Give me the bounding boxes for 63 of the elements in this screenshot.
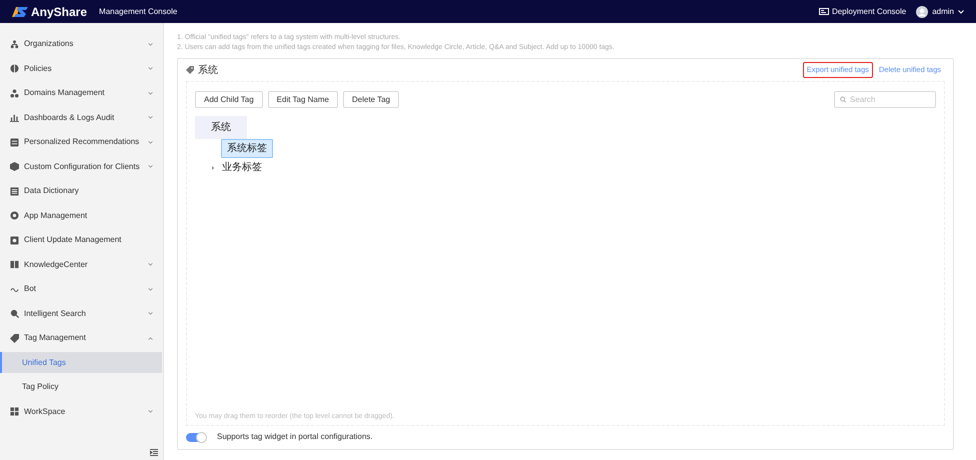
sidebar-item[interactable]: Domains Management: [0, 81, 163, 106]
chevron-down-icon: [148, 42, 153, 46]
chevron-down-icon: [148, 140, 153, 144]
tree-node[interactable]: 系统: [195, 116, 247, 138]
chevron-up-icon: [148, 336, 153, 340]
menu-icon: [10, 407, 19, 416]
chevron-down-icon: [148, 263, 153, 266]
chevron-down-icon: [148, 165, 153, 168]
logo-icon: [12, 6, 28, 16]
chevron-down-icon: [148, 312, 153, 316]
menu-icon: [10, 334, 19, 343]
tree-node[interactable]: 业务标签: [221, 160, 263, 175]
search-input: Search: [850, 94, 930, 106]
chevron-down-icon: [148, 410, 153, 414]
sidebar-item[interactable]: Intelligent Search: [0, 302, 163, 326]
sidebar-item[interactable]: Client Update Management: [0, 228, 163, 252]
menu-icon: [10, 236, 19, 245]
sidebar-item[interactable]: Custom Configuration for Clients: [0, 154, 163, 179]
chevron-down-icon: [148, 116, 153, 120]
sidebar-item[interactable]: Tag Management: [0, 326, 163, 350]
chevron-down-icon: [148, 92, 153, 95]
toggle-switch[interactable]: [186, 432, 206, 442]
sidebar-item[interactable]: KnowledgeCenter: [0, 252, 163, 277]
sidebar-item[interactable]: Policies: [0, 56, 163, 81]
caret-right-icon[interactable]: [211, 166, 215, 170]
console-title: Management Console: [99, 6, 178, 18]
menu-icon: [10, 113, 19, 122]
search-field[interactable]: Search: [834, 91, 936, 108]
toolbar-button[interactable]: Edit Tag Name: [268, 91, 338, 108]
sidebar-subitem[interactable]: Tag Policy: [0, 375, 163, 400]
monitor-icon: [818, 8, 829, 16]
avatar-icon: [916, 6, 928, 18]
sidebar-item[interactable]: WorkSpace: [0, 400, 163, 424]
menu-icon: [10, 162, 19, 172]
toolbar-button[interactable]: Delete Tag: [343, 91, 400, 108]
menu-icon: [10, 64, 19, 74]
deployment-console-link[interactable]: Deployment Console: [818, 6, 906, 18]
menu-icon: [10, 211, 19, 220]
tag-icon: [186, 66, 194, 74]
sidebar-item[interactable]: Data Dictionary: [0, 179, 163, 204]
chevron-down-icon: [148, 288, 153, 291]
toolbar-button[interactable]: Add Child Tag: [195, 91, 263, 108]
menu-icon: [10, 138, 19, 147]
menu-icon: [10, 309, 19, 318]
user-menu[interactable]: admin: [916, 6, 964, 18]
collapse-menu-icon[interactable]: [150, 449, 158, 456]
search-icon: [840, 96, 846, 103]
sidebar-item[interactable]: App Management: [0, 204, 163, 228]
sidebar-item[interactable]: Dashboards & Logs Audit: [0, 106, 163, 130]
panel-title: 系统: [198, 64, 218, 78]
menu-icon: [10, 260, 19, 270]
app-logo-text: AnyShare: [31, 4, 88, 20]
menu-icon: [10, 186, 19, 196]
sidebar-item[interactable]: Bot: [0, 277, 163, 302]
sidebar-subitem[interactable]: Unified Tags: [0, 352, 162, 374]
chevron-down-icon: [958, 10, 964, 14]
menu-icon: [10, 88, 19, 98]
sidebar-item[interactable]: Personalized Recommendations: [0, 130, 163, 154]
toggle-label: Supports tag widget in portal configurations.: [217, 431, 373, 443]
sidebar-item[interactable]: Organizations: [0, 32, 163, 56]
chevron-down-icon: [148, 67, 153, 70]
menu-icon: [10, 40, 19, 49]
tree-node[interactable]: 系统标签: [221, 139, 273, 158]
